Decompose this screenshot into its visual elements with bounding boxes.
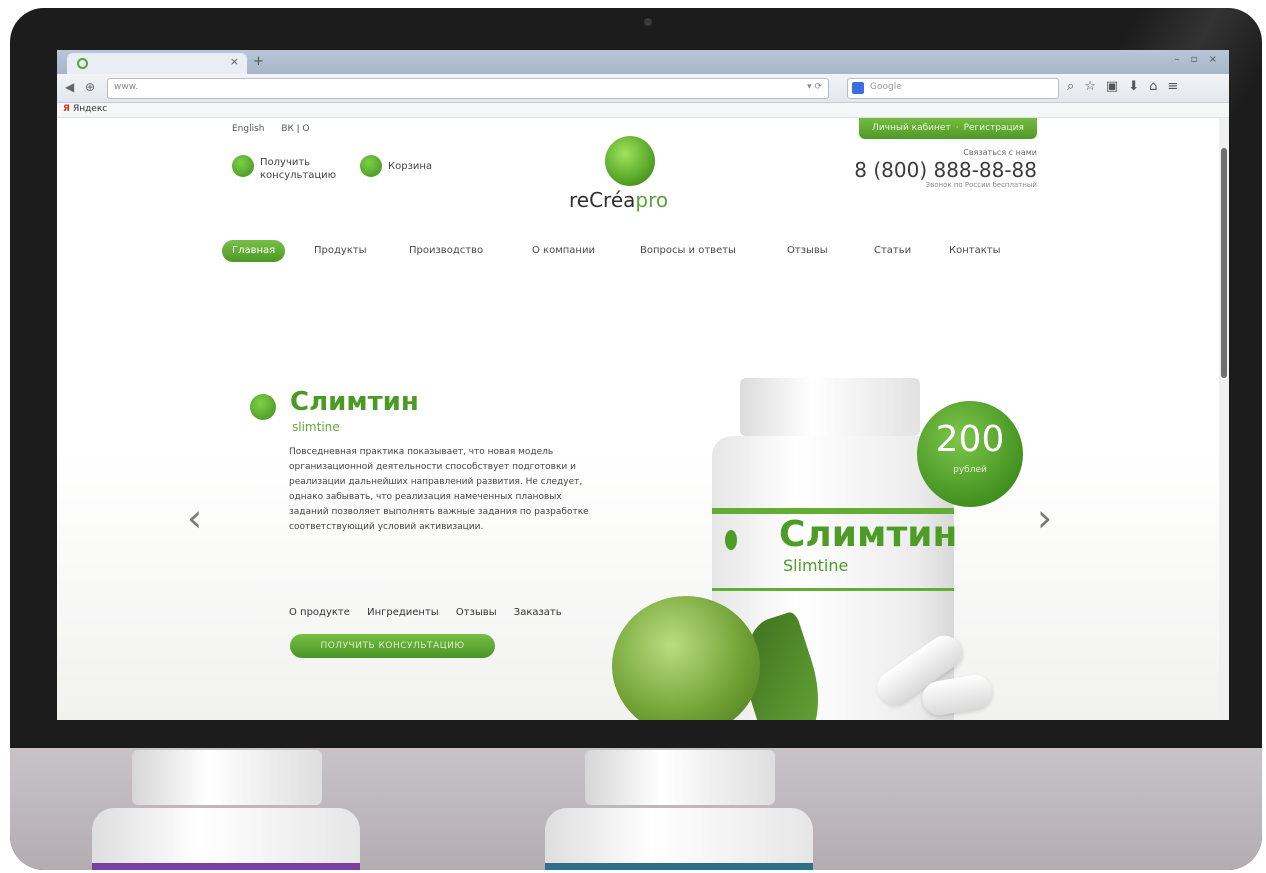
tab-favicon-icon	[77, 58, 88, 69]
slide-tab-ingredients[interactable]: Ингредиенты	[367, 607, 439, 618]
consult-link[interactable]: Получить консультацию	[260, 156, 350, 182]
social-icons[interactable]: ВК ǀ О	[281, 124, 309, 134]
bookmark-item[interactable]: Я Яндекс	[63, 104, 107, 114]
address-text: www.	[114, 82, 139, 92]
consult-icon[interactable]	[232, 155, 254, 177]
logo-suffix: pro	[635, 188, 669, 212]
jar-band-lower	[712, 588, 954, 591]
menu-item-home[interactable]: Главная	[222, 240, 286, 262]
account-bar: Личный кабинет · Регистрация	[859, 118, 1037, 139]
monitor-frame: × + – ▫ × ◀ ⊕ www. ▾ ⟳ Google ⌕☆▣⬇⌂≡ Я Ян…	[10, 8, 1262, 870]
slide-tabs: О продукте Ингредиенты Отзывы Заказать	[289, 607, 576, 618]
site-identity-icon[interactable]: ⊕	[85, 80, 95, 94]
slide-title-icon	[250, 394, 276, 420]
menu-item-contacts[interactable]: Контакты	[949, 245, 1000, 256]
webcam	[644, 18, 652, 26]
search-bar[interactable]: Google	[847, 78, 1059, 99]
logo-main: reCréa	[569, 188, 636, 212]
browser-tab[interactable]: ×	[67, 53, 247, 74]
slide-subtitle: slimtine	[292, 420, 340, 434]
slide-tab-reviews[interactable]: Отзывы	[456, 607, 497, 618]
browser-nav-bar: ◀ ⊕ www. ▾ ⟳ Google ⌕☆▣⬇⌂≡	[57, 74, 1229, 103]
yandex-icon: Я	[63, 104, 70, 114]
search-placeholder: Google	[870, 82, 902, 92]
address-dropdown-icon[interactable]: ▾ ⟳	[807, 82, 822, 92]
bottle-left	[92, 808, 360, 868]
jar-logo-icon	[725, 530, 737, 550]
browser-screen: × + – ▫ × ◀ ⊕ www. ▾ ⟳ Google ⌕☆▣⬇⌂≡ Я Ян…	[57, 50, 1229, 720]
menu-item-about[interactable]: О компании	[532, 245, 595, 256]
price-value: 200	[935, 419, 1005, 460]
slider-next-icon[interactable]: ›	[1037, 496, 1052, 540]
phone-note: Звонок по России бесплатный	[925, 181, 1037, 189]
menu-item-articles[interactable]: Статьи	[874, 245, 911, 256]
bottle-band-left	[92, 863, 360, 870]
menu-item-reviews[interactable]: Отзывы	[787, 245, 828, 256]
slider-prev-icon[interactable]: ‹	[187, 496, 202, 540]
jar-cap	[740, 378, 920, 436]
menu-item-faq[interactable]: Вопросы и ответы	[640, 245, 736, 256]
price-badge: 200 рублей	[917, 401, 1023, 507]
main-menu: Главная Продукты Производство О компании…	[222, 240, 1042, 264]
cart-icon[interactable]	[360, 155, 382, 177]
jar-subtitle: Slimtine	[783, 556, 849, 575]
address-bar[interactable]: www. ▾ ⟳	[107, 78, 829, 99]
search-engine-icon[interactable]	[852, 82, 864, 94]
bookmark-label: Яндекс	[72, 104, 108, 114]
cart-link[interactable]: Корзина	[388, 160, 432, 173]
web-page: English ВК ǀ О Личный кабинет · Регистраци…	[57, 118, 1219, 720]
bottle-band-right	[545, 863, 813, 870]
phone-caption: Связаться с нами	[963, 148, 1037, 157]
back-icon[interactable]: ◀	[65, 80, 74, 94]
phone-number[interactable]: 8 (800) 888-88-88	[847, 158, 1037, 182]
scrollbar-thumb[interactable]	[1221, 148, 1227, 378]
logo-ball-icon[interactable]	[605, 136, 655, 186]
slide-tab-order[interactable]: Заказать	[514, 607, 562, 618]
slide-title: Слимтин	[290, 387, 419, 417]
cabinet-link[interactable]: Личный кабинет	[872, 123, 951, 133]
menu-item-production[interactable]: Производство	[409, 245, 483, 256]
vertical-scrollbar[interactable]	[1219, 118, 1229, 720]
jar-title: Слимтин	[779, 514, 958, 555]
slide-tab-about[interactable]: О продукте	[289, 607, 350, 618]
slide-description: Повседневная практика показывает, что но…	[289, 447, 589, 532]
browser-tab-bar: × + – ▫ ×	[57, 50, 1229, 74]
new-tab-icon[interactable]: +	[253, 54, 264, 69]
language-switcher: English ВК ǀ О	[232, 124, 323, 134]
window-controls[interactable]: – ▫ ×	[1174, 54, 1221, 65]
lang-english-link[interactable]: English	[232, 124, 265, 134]
site-logo[interactable]: reCréapro	[569, 188, 668, 212]
toolbar-icons[interactable]: ⌕☆▣⬇⌂≡	[1067, 79, 1188, 94]
bottle-cap-right	[585, 750, 775, 805]
menu-item-products[interactable]: Продукты	[314, 245, 367, 256]
tab-close-icon[interactable]: ×	[230, 55, 239, 68]
bookmarks-bar: Я Яндекс	[57, 103, 1229, 118]
bottle-cap-left	[132, 750, 322, 805]
price-currency: рублей	[953, 465, 987, 475]
bottle-right	[545, 808, 813, 868]
consult-button[interactable]: ПОЛУЧИТЬ КОНСУЛЬТАЦИЮ	[290, 634, 495, 658]
register-link[interactable]: Регистрация	[964, 123, 1024, 133]
